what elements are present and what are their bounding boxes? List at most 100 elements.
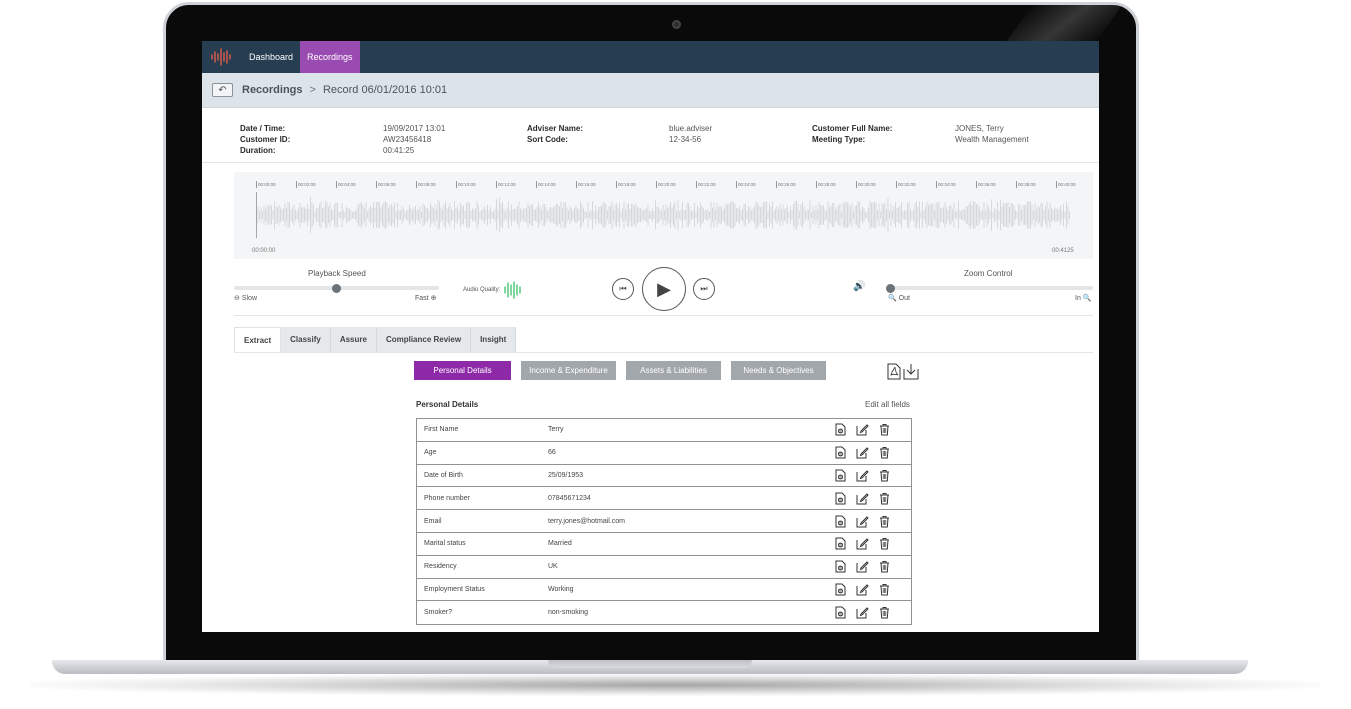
edit-icon[interactable] (856, 446, 869, 460)
play-button[interactable]: ▶ (642, 267, 686, 311)
top-nav-bar: Dashboard Recordings (202, 41, 1099, 73)
tab-classify[interactable]: Classify (281, 327, 331, 353)
edit-icon[interactable] (856, 468, 869, 482)
timeline-tick: 00:28:00 (816, 181, 836, 188)
trash-icon[interactable] (878, 491, 891, 505)
zoom-control-label: Zoom Control (964, 269, 1013, 278)
recording-meta: Date / Time: Customer ID: Duration: 19/0… (202, 108, 1099, 163)
customer-id-label: Customer ID: (240, 135, 291, 144)
row-actions (834, 423, 891, 437)
edit-icon[interactable] (856, 514, 869, 528)
edit-icon[interactable] (856, 582, 869, 596)
row-actions (834, 491, 891, 505)
trash-icon[interactable] (878, 560, 891, 574)
tab-extract[interactable]: Extract (234, 327, 282, 353)
minus-icon: ⊖ (234, 295, 240, 302)
tab-compliance-review[interactable]: Compliance Review (376, 327, 472, 353)
nav-tab-dashboard[interactable]: Dashboard (242, 41, 300, 73)
audio-file-icon[interactable] (834, 514, 847, 528)
subtab-needs-objectives[interactable]: Needs & Objectives (731, 361, 826, 380)
audio-file-icon[interactable] (834, 491, 847, 505)
webcam (672, 20, 681, 29)
timeline-tick: 00:16:00 (576, 181, 596, 188)
duration-value: 00:41:25 (383, 146, 415, 155)
controls-divider (234, 315, 1093, 316)
timeline-tick: 00:10:00 (456, 181, 476, 188)
tab-assure[interactable]: Assure (330, 327, 377, 353)
rewind-button[interactable]: ⏮ (612, 278, 634, 300)
download-icon[interactable] (903, 363, 919, 380)
trash-icon[interactable] (878, 537, 891, 551)
row-actions (834, 446, 891, 460)
timeline-tick: 00:18:00 (616, 181, 636, 188)
timeline-tick: 00:08:00 (416, 181, 436, 188)
table-row: Age 66 (417, 442, 911, 465)
playback-speed-slider[interactable] (234, 283, 439, 293)
table-row: Phone number 07845671234 (417, 487, 911, 511)
trash-icon[interactable] (878, 423, 891, 437)
audio-file-icon[interactable] (834, 446, 847, 460)
field-value: 66 (548, 449, 556, 457)
breadcrumb-separator: > (309, 84, 316, 96)
pdf-export-icon[interactable] (887, 363, 901, 380)
trash-icon[interactable] (878, 514, 891, 528)
timeline-tick: 00:26:00 (776, 181, 796, 188)
audio-waveform[interactable]: 00:00:00 00:02:00 00:04:00 00:06:00 00:08:00… (234, 172, 1093, 259)
edit-icon[interactable] (856, 423, 869, 437)
subtab-personal-details[interactable]: Personal Details (414, 361, 511, 380)
timeline-tick: 00:04:00 (336, 181, 356, 188)
trash-icon[interactable] (878, 468, 891, 482)
fast-forward-button[interactable]: ⏭ (693, 278, 715, 300)
volume-icon[interactable]: 🔊 (853, 281, 865, 292)
tabs-underline (234, 352, 1093, 353)
field-label: Age (424, 449, 437, 457)
trash-icon[interactable] (878, 582, 891, 596)
back-button[interactable]: ↶ (212, 83, 233, 97)
nav-tab-recordings[interactable]: Recordings (300, 41, 360, 73)
date-time-label: Date / Time: (240, 124, 286, 133)
edit-icon[interactable] (856, 606, 869, 620)
audio-file-icon[interactable] (834, 560, 847, 574)
zoom-in-text: In (1075, 295, 1081, 302)
audio-file-icon[interactable] (834, 582, 847, 596)
field-label: Phone number (424, 494, 470, 502)
timeline-tick: 00:24:00 (736, 181, 756, 188)
breadcrumb: ↶ Recordings > Record 06/01/2016 10:01 (202, 73, 1099, 108)
trash-icon[interactable] (878, 446, 891, 460)
back-arrow-icon: ↶ (218, 84, 227, 96)
field-label: Email (424, 517, 442, 525)
audio-file-icon[interactable] (834, 423, 847, 437)
timeline-tick: 00:36:00 (976, 181, 996, 188)
tab-insight[interactable]: Insight (471, 327, 517, 353)
meta-labels-3: Customer Full Name: Meeting Type: (812, 123, 892, 145)
subtab-income-expenditure[interactable]: Income & Expenditure (521, 361, 616, 380)
edit-all-fields-link[interactable]: Edit all fields (865, 400, 910, 409)
zoom-thumb[interactable] (886, 283, 895, 293)
zoom-slider[interactable] (886, 283, 1093, 293)
field-label: Marital status (424, 540, 466, 548)
timeline-tick: 00:20:00 (656, 181, 676, 188)
audio-file-icon[interactable] (834, 468, 847, 482)
timeline-ticks: 00:00:00 00:02:00 00:04:00 00:06:00 00:08:00… (256, 181, 1076, 191)
field-label: Residency (424, 563, 457, 571)
subtab-assets-liabilities[interactable]: Assets & Liabilities (626, 361, 721, 380)
playback-speed-label: Playback Speed (308, 269, 366, 278)
timeline-tick: 00:40:00 (1056, 181, 1076, 188)
app-logo[interactable] (202, 41, 242, 73)
row-actions (834, 514, 891, 528)
edit-icon[interactable] (856, 537, 869, 551)
breadcrumb-root[interactable]: Recordings (242, 84, 303, 96)
timeline-tick: 00:38:00 (1016, 181, 1036, 188)
zoom-in-label: In 🔍 (1075, 294, 1092, 302)
analysis-tabs: Extract Classify Assure Compliance Revie… (234, 327, 517, 353)
playback-speed-thumb[interactable] (332, 283, 341, 293)
adviser-name-value: blue.adviser (669, 124, 713, 133)
edit-icon[interactable] (856, 560, 869, 574)
audio-file-icon[interactable] (834, 606, 847, 620)
meta-values-2: blue.adviser 12-34-56 (669, 123, 712, 145)
trash-icon[interactable] (878, 606, 891, 620)
table-row: First Name Terry (417, 419, 911, 442)
wave-end-time: 00:4125 (1052, 248, 1074, 254)
audio-file-icon[interactable] (834, 537, 847, 551)
edit-icon[interactable] (856, 491, 869, 505)
